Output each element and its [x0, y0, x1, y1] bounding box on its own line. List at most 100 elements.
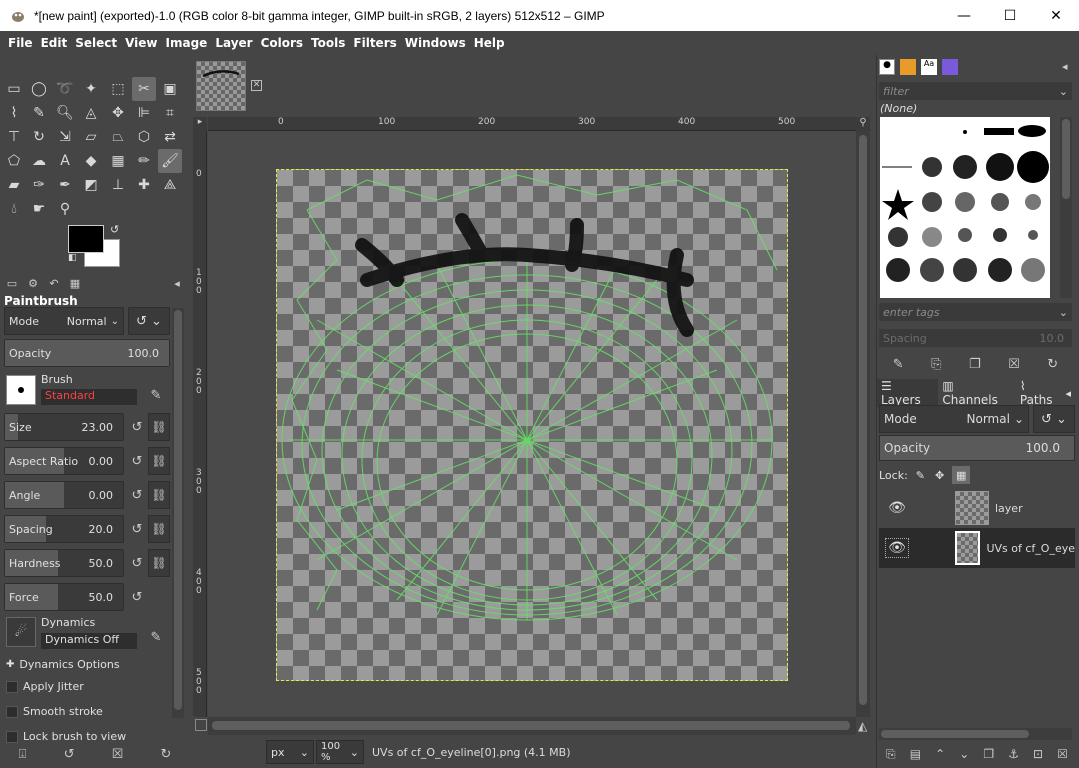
- layer-item[interactable]: 👁︎ UVs of cf_O_eye: [879, 528, 1075, 568]
- quick-mask-toggle[interactable]: [195, 719, 207, 731]
- undo-history-tab-icon[interactable]: ↶: [45, 275, 63, 291]
- menu-windows[interactable]: Windows: [401, 36, 470, 50]
- layer-item[interactable]: 👁︎ layer: [879, 488, 1075, 528]
- force-slider[interactable]: Force 50.0: [4, 583, 124, 611]
- heal-icon[interactable]: ✚: [132, 173, 156, 197]
- zoom-combo[interactable]: 100 % ⌄: [316, 740, 364, 764]
- hardness-link-icon[interactable]: ⛓: [148, 549, 170, 577]
- hardness-reset-icon[interactable]: ↺: [127, 553, 147, 573]
- refresh-brushes-icon[interactable]: ↻: [1047, 357, 1058, 372]
- save-options-icon[interactable]: ⍗: [19, 747, 27, 762]
- brush-spacing-slider[interactable]: Spacing 10.0: [879, 329, 1072, 347]
- vertical-scrollbar[interactable]: [856, 131, 870, 717]
- mode-combo[interactable]: Mode Normal ⌄: [4, 307, 124, 335]
- panel-menu-icon[interactable]: ◂: [168, 275, 186, 291]
- layers-hscrollbar[interactable]: [879, 728, 1072, 740]
- perspective-clone-icon[interactable]: ⟁: [158, 173, 182, 197]
- 3d-transform-icon[interactable]: ⬡: [132, 125, 156, 149]
- delete-options-icon[interactable]: ☒: [112, 747, 124, 762]
- scale-icon[interactable]: ⇲: [53, 125, 77, 149]
- menu-help[interactable]: Help: [470, 36, 509, 50]
- tool-options-tab-icon[interactable]: ▭: [3, 275, 21, 291]
- pencil-icon[interactable]: ✏: [132, 149, 156, 173]
- edit-brush-icon[interactable]: ✎: [893, 357, 904, 372]
- menu-filters[interactable]: Filters: [349, 36, 400, 50]
- default-colors-icon[interactable]: ◧: [68, 253, 77, 263]
- dynamics-preview-icon[interactable]: ☄: [6, 617, 36, 647]
- panel-menu-icon[interactable]: ◂: [1062, 60, 1068, 73]
- menu-view[interactable]: View: [121, 36, 161, 50]
- brush-name-field[interactable]: Standard: [41, 389, 137, 405]
- menu-image[interactable]: Image: [162, 36, 212, 50]
- angle-slider[interactable]: Angle 0.00: [4, 481, 124, 509]
- smudge-icon[interactable]: ☛: [27, 197, 51, 221]
- airbrush-icon[interactable]: ✑: [27, 173, 51, 197]
- maximize-button[interactable]: ☐: [987, 0, 1033, 31]
- warp-transform-icon[interactable]: ☁: [27, 149, 51, 173]
- align-icon[interactable]: ⊫: [132, 101, 156, 125]
- visibility-eye-icon[interactable]: 👁︎: [885, 498, 909, 518]
- tool-options-scrollbar[interactable]: [172, 308, 184, 718]
- dynamics-name-field[interactable]: Dynamics Off: [41, 633, 137, 649]
- merge-layer-icon[interactable]: ⊡: [1033, 747, 1043, 761]
- fonts-tab-icon[interactable]: Aa: [921, 59, 937, 75]
- clone-icon[interactable]: ⊥: [106, 173, 130, 197]
- shear-icon[interactable]: ▱: [79, 125, 103, 149]
- brush-preview[interactable]: [6, 375, 36, 405]
- anchor-layer-icon[interactable]: ⚓: [1008, 747, 1019, 761]
- horizontal-scrollbar[interactable]: [208, 717, 856, 735]
- measure-icon[interactable]: ◬: [79, 101, 103, 125]
- tab-paths[interactable]: ⌇ Paths: [1016, 379, 1066, 407]
- angle-reset-icon[interactable]: ↺: [127, 485, 147, 505]
- panel-menu-icon[interactable]: ◂: [1065, 387, 1075, 400]
- free-select-icon[interactable]: ➰: [53, 77, 77, 101]
- smooth-stroke-checkbox[interactable]: Smooth stroke: [6, 705, 103, 718]
- restore-options-icon[interactable]: ↺: [64, 747, 75, 762]
- mypaint-brush-icon[interactable]: ◩: [79, 173, 103, 197]
- rotate-icon[interactable]: ↻: [27, 125, 51, 149]
- ink-icon[interactable]: ✒: [53, 173, 77, 197]
- ruler-corner-icon[interactable]: ▸: [193, 117, 207, 131]
- brush-grid-scrollbar[interactable]: [1060, 117, 1072, 298]
- close-button[interactable]: ✕: [1033, 0, 1079, 31]
- fuzzy-select-icon[interactable]: ✦: [79, 77, 103, 101]
- cage-transform-icon[interactable]: ⬠: [2, 149, 26, 173]
- duplicate-layer-icon[interactable]: ❐: [983, 747, 994, 761]
- lock-pixels-icon[interactable]: ✎: [916, 469, 925, 482]
- gradient-icon[interactable]: ▦: [106, 149, 130, 173]
- device-status-tab-icon[interactable]: ⚙: [24, 275, 42, 291]
- new-layer-group-icon[interactable]: ▤: [910, 747, 921, 761]
- visibility-eye-icon[interactable]: 👁︎: [885, 538, 909, 558]
- tab-layers[interactable]: ☰ Layers: [877, 379, 939, 407]
- image-tab-thumbnail[interactable]: [196, 61, 246, 111]
- minimize-button[interactable]: —: [941, 0, 987, 31]
- vertical-ruler[interactable]: 0 100 200 300 400 500: [193, 131, 207, 717]
- brush-tags-input[interactable]: enter tags ⌄: [879, 303, 1072, 321]
- aspect-reset-icon[interactable]: ↺: [127, 451, 147, 471]
- menu-colors[interactable]: Colors: [257, 36, 307, 50]
- opacity-slider[interactable]: Opacity 100.0: [4, 339, 170, 367]
- menu-edit[interactable]: Edit: [37, 36, 72, 50]
- delete-layer-icon[interactable]: ☒: [1057, 747, 1068, 761]
- size-slider[interactable]: Size 23.00: [4, 413, 124, 441]
- new-layer-icon[interactable]: ⎘: [886, 747, 896, 762]
- unified-transform-icon[interactable]: ⊤: [2, 125, 26, 149]
- menu-file[interactable]: File: [4, 36, 37, 50]
- duplicate-brush-icon[interactable]: ❐: [969, 357, 981, 372]
- apply-jitter-checkbox[interactable]: Apply Jitter: [6, 680, 84, 693]
- angle-link-icon[interactable]: ⛓: [148, 481, 170, 509]
- brush-filter-input[interactable]: filter ⌄: [879, 82, 1072, 100]
- text-icon[interactable]: A: [53, 149, 77, 173]
- rect-select-icon[interactable]: ▭: [2, 77, 26, 101]
- horizontal-ruler[interactable]: 0 100 200 300 400 500: [208, 117, 856, 131]
- ellipse-select-icon[interactable]: ◯: [27, 77, 51, 101]
- select-by-color-icon[interactable]: ⬚: [106, 77, 130, 101]
- dodge-burn-icon[interactable]: ⚲: [53, 197, 77, 221]
- zoom-icon[interactable]: 🔍︎: [53, 101, 77, 125]
- move-icon[interactable]: ✥: [106, 101, 130, 125]
- tab-channels[interactable]: ▥ Channels: [938, 379, 1016, 407]
- blur-icon[interactable]: 💧︎: [2, 197, 26, 221]
- layer-opacity-slider[interactable]: Opacity 100.0: [879, 435, 1075, 461]
- lock-alpha-icon[interactable]: ▦: [952, 466, 971, 484]
- menu-tools[interactable]: Tools: [307, 36, 349, 50]
